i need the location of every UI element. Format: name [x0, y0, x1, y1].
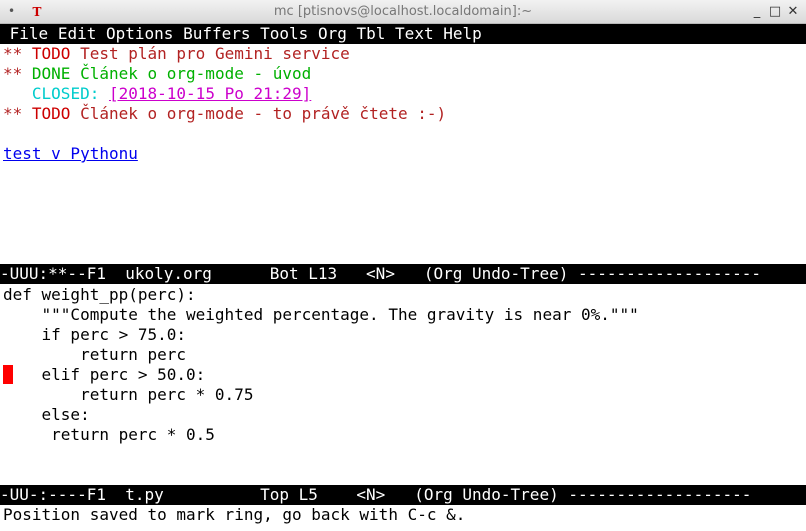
code-line-6: return perc * 0.75	[3, 385, 254, 404]
menu-file[interactable]: File	[10, 24, 49, 43]
closed-timestamp[interactable]: [2018-10-15 Po 21:29]	[109, 84, 311, 103]
done-keyword: DONE	[31, 64, 71, 83]
org-link[interactable]: test v Pythonu	[3, 144, 138, 163]
closed-label: CLOSED:	[31, 84, 100, 103]
heading-stars: **	[3, 104, 23, 123]
close-button[interactable]: ✕	[786, 4, 800, 19]
org-heading-done[interactable]: ** DONE Článek o org-mode - úvod	[3, 64, 311, 84]
code-line-2: """Compute the weighted percentage. The …	[3, 305, 639, 324]
window-titlebar: • T mc [ptisnovs@localhost.localdomain]:…	[0, 0, 806, 24]
heading-text: Článek o org-mode - úvod	[80, 64, 312, 83]
menu-tools[interactable]: Tools	[260, 24, 308, 43]
heading-text: Článek o org-mode - to právě čtete :-)	[80, 104, 447, 123]
modeline-org-buffer: -UUU:**--F1 ukoly.org Bot L13 <N> (Org U…	[0, 264, 806, 284]
heading-stars: **	[3, 64, 23, 83]
todo-keyword: TODO	[31, 44, 71, 63]
org-heading-todo-1[interactable]: ** TODO Test plán pro Gemini service	[3, 44, 350, 64]
menu-buffers[interactable]: Buffers	[183, 24, 250, 43]
code-line-7: else:	[3, 405, 90, 424]
menu-text[interactable]: Text	[395, 24, 434, 43]
maximize-button[interactable]: □	[768, 4, 782, 19]
org-heading-todo-2[interactable]: ** TODO Článek o org-mode - to právě čte…	[3, 104, 446, 124]
code-line-3: if perc > 75.0:	[3, 325, 187, 344]
heading-stars: **	[3, 44, 23, 63]
code-line-8: return perc * 0.5	[3, 425, 215, 444]
menu-tbl[interactable]: Tbl	[357, 24, 386, 43]
minimize-button[interactable]: _	[750, 4, 764, 19]
menu-org[interactable]: Org	[318, 24, 347, 43]
code-line-1: def weight_pp(perc):	[3, 285, 196, 304]
code-line-4: return perc	[3, 345, 187, 364]
menu-edit[interactable]: Edit	[58, 24, 97, 43]
menu-options[interactable]: Options	[106, 24, 173, 43]
text-cursor	[3, 365, 13, 384]
heading-text: Test plán pro Gemini service	[80, 44, 350, 63]
window-title: mc [ptisnovs@localhost.localdomain]:~	[273, 4, 533, 19]
emacs-menubar: File Edit Options Buffers Tools Org Tbl …	[0, 24, 806, 44]
org-closed-line: CLOSED: [2018-10-15 Po 21:29]	[3, 84, 311, 104]
modeline-python-buffer: -UU-:----F1 t.py Top L5 <N> (Org Undo-Tr…	[0, 485, 806, 505]
echo-area: Position saved to mark ring, go back wit…	[3, 505, 466, 524]
code-line-5: elif perc > 50.0:	[3, 365, 206, 384]
menu-help[interactable]: Help	[443, 24, 482, 43]
org-link-line: test v Pythonu	[3, 144, 138, 164]
todo-keyword: TODO	[31, 104, 71, 123]
